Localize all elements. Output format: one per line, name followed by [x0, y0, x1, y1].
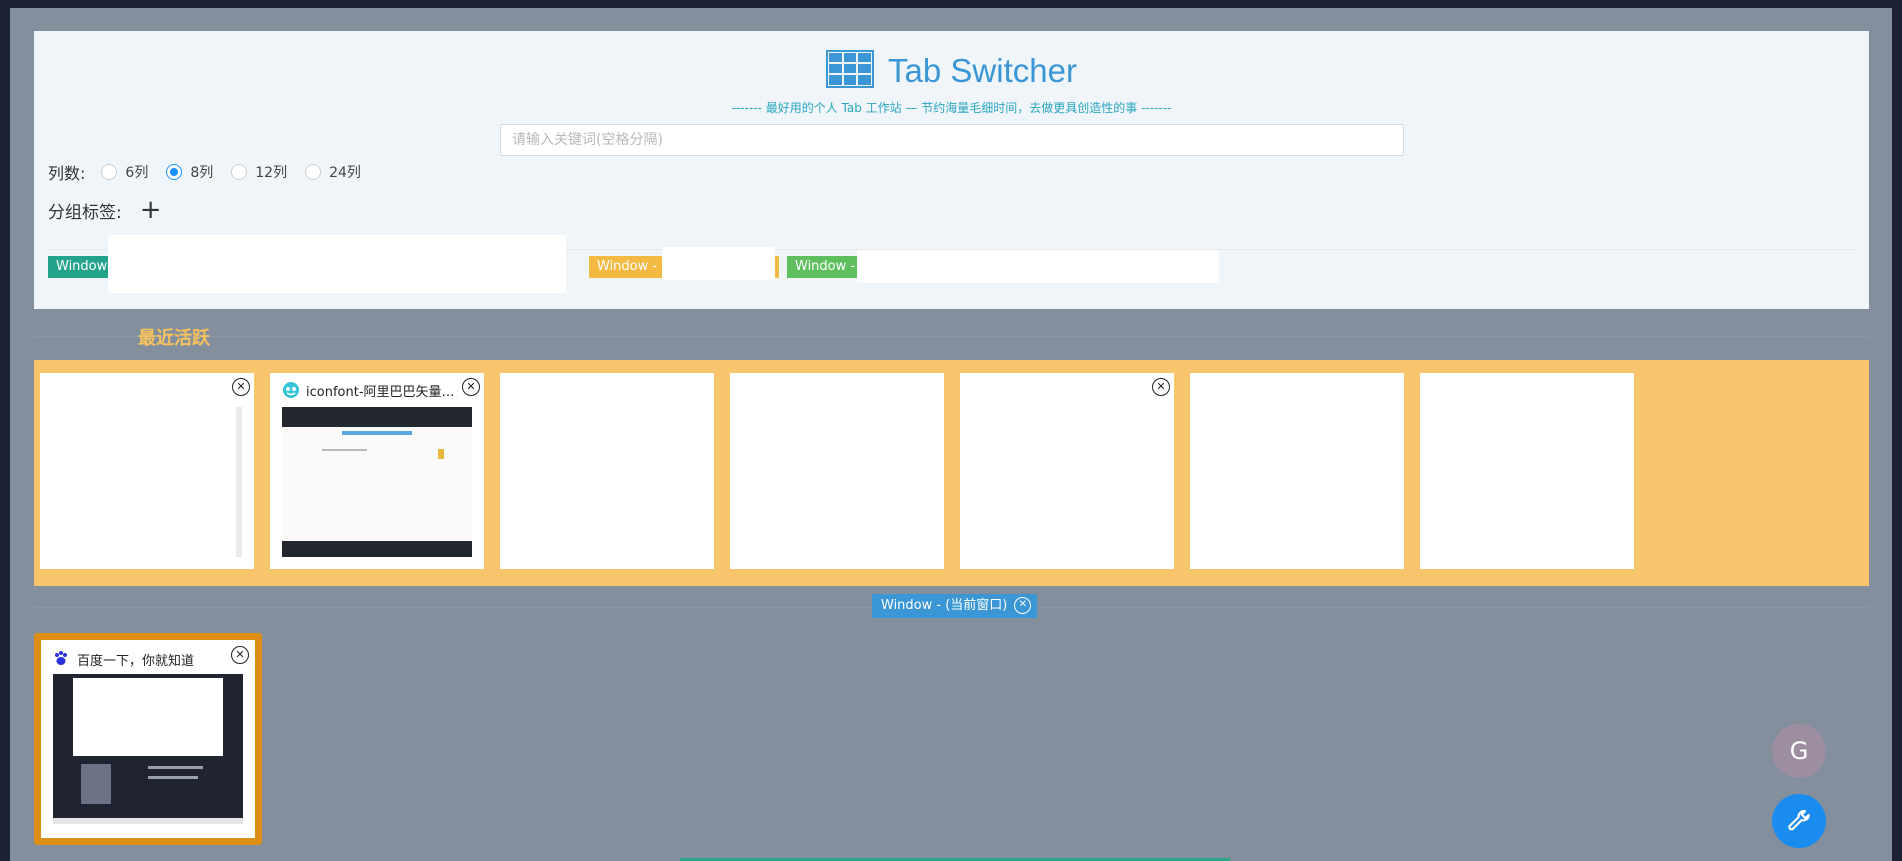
tab-card[interactable]	[500, 373, 714, 569]
columns-option-12[interactable]: 12列	[231, 162, 287, 182]
close-icon[interactable]	[922, 378, 940, 396]
settings-button[interactable]	[1772, 794, 1826, 848]
columns-option-label: 6列	[125, 165, 149, 181]
loading-icon	[1612, 378, 1630, 396]
columns-option-label: 24列	[329, 165, 361, 181]
slogan: ------- 最好用的个人 Tab 工作站 — 节约海量毛细时间，去做更具创造…	[731, 101, 1172, 115]
columns-option-24[interactable]: 24列	[305, 162, 361, 182]
radio-checked-icon[interactable]	[166, 164, 183, 180]
tab-card[interactable]	[1420, 373, 1634, 569]
tab-card[interactable]: ✕	[40, 373, 254, 569]
columns-option-label: 8列	[190, 165, 214, 181]
tab-card-title: 百度一下，你就知道	[77, 654, 195, 669]
tab-card[interactable]	[730, 373, 944, 569]
close-icon[interactable]	[692, 378, 710, 396]
close-icon[interactable]: ✕	[232, 378, 250, 396]
header-panel: Tab Switcher ------- 最好用的个人 Tab 工作站 — 节约…	[34, 31, 1869, 309]
app-title: Tab Switcher	[888, 52, 1077, 89]
tab-card[interactable]	[1190, 373, 1404, 569]
redacted-area	[108, 235, 566, 293]
window-tag-label: Window -	[795, 259, 856, 274]
tab-card-title: iconfont-阿里巴巴矢量图...	[306, 385, 456, 400]
scrollbar	[236, 407, 242, 557]
close-icon[interactable]: ✕	[231, 646, 249, 664]
tab-thumbnail	[282, 407, 472, 557]
page: Tab Switcher ------- 最好用的个人 Tab 工作站 — 节约…	[10, 8, 1892, 861]
close-icon[interactable]: ✕	[1152, 378, 1170, 396]
current-window-tag[interactable]: Window - (当前窗口) ✕	[872, 594, 1038, 618]
tab-card-active[interactable]: 百度一下，你就知道 ✕	[34, 633, 262, 845]
iconfont-icon	[282, 381, 300, 399]
redacted-area	[857, 250, 1219, 283]
close-window-icon[interactable]: ✕	[1014, 597, 1032, 614]
user-initial: G	[1789, 737, 1809, 765]
wrench-icon	[1786, 810, 1812, 840]
grid-logo-icon	[826, 50, 875, 92]
tab-card[interactable]: ✕	[960, 373, 1174, 569]
columns-option-6[interactable]: 6列	[101, 162, 148, 182]
group-tags-label: 分组标签:	[48, 202, 122, 223]
radio-icon[interactable]	[305, 164, 322, 180]
close-icon[interactable]: ✕	[462, 378, 480, 396]
redacted-area	[662, 247, 775, 280]
radio-icon[interactable]	[231, 164, 248, 180]
window-tag-1[interactable]: Window -	[48, 256, 108, 278]
columns-selector: 列数: 6列 8列 12列 24列	[48, 159, 379, 185]
tab-card[interactable]: iconfont-阿里巴巴矢量图... ✕	[270, 373, 484, 569]
columns-option-label: 12列	[255, 165, 288, 181]
close-icon[interactable]	[1382, 378, 1400, 396]
recent-section-label: 最近活跃	[138, 328, 210, 349]
window-tag-3[interactable]: Window -	[787, 256, 857, 278]
window-tag-label: Window -	[56, 259, 108, 274]
plus-icon[interactable]: +	[140, 197, 162, 223]
current-window-label: Window - (当前窗口)	[881, 598, 1008, 613]
user-avatar-button[interactable]: G	[1772, 724, 1826, 778]
search-input[interactable]	[500, 124, 1404, 156]
columns-option-8[interactable]: 8列	[166, 162, 213, 182]
recent-tabs-band: ✕ iconfont-阿里巴巴矢量图... ✕ ✕	[34, 360, 1869, 586]
radio-icon[interactable]	[101, 164, 118, 180]
baidu-paw-icon	[53, 650, 69, 666]
title-row: Tab Switcher	[34, 50, 1869, 92]
group-tags-row: 分组标签: +	[48, 197, 162, 223]
tab-thumbnail	[53, 674, 243, 824]
columns-label: 列数:	[48, 164, 86, 183]
divider	[34, 336, 1869, 337]
